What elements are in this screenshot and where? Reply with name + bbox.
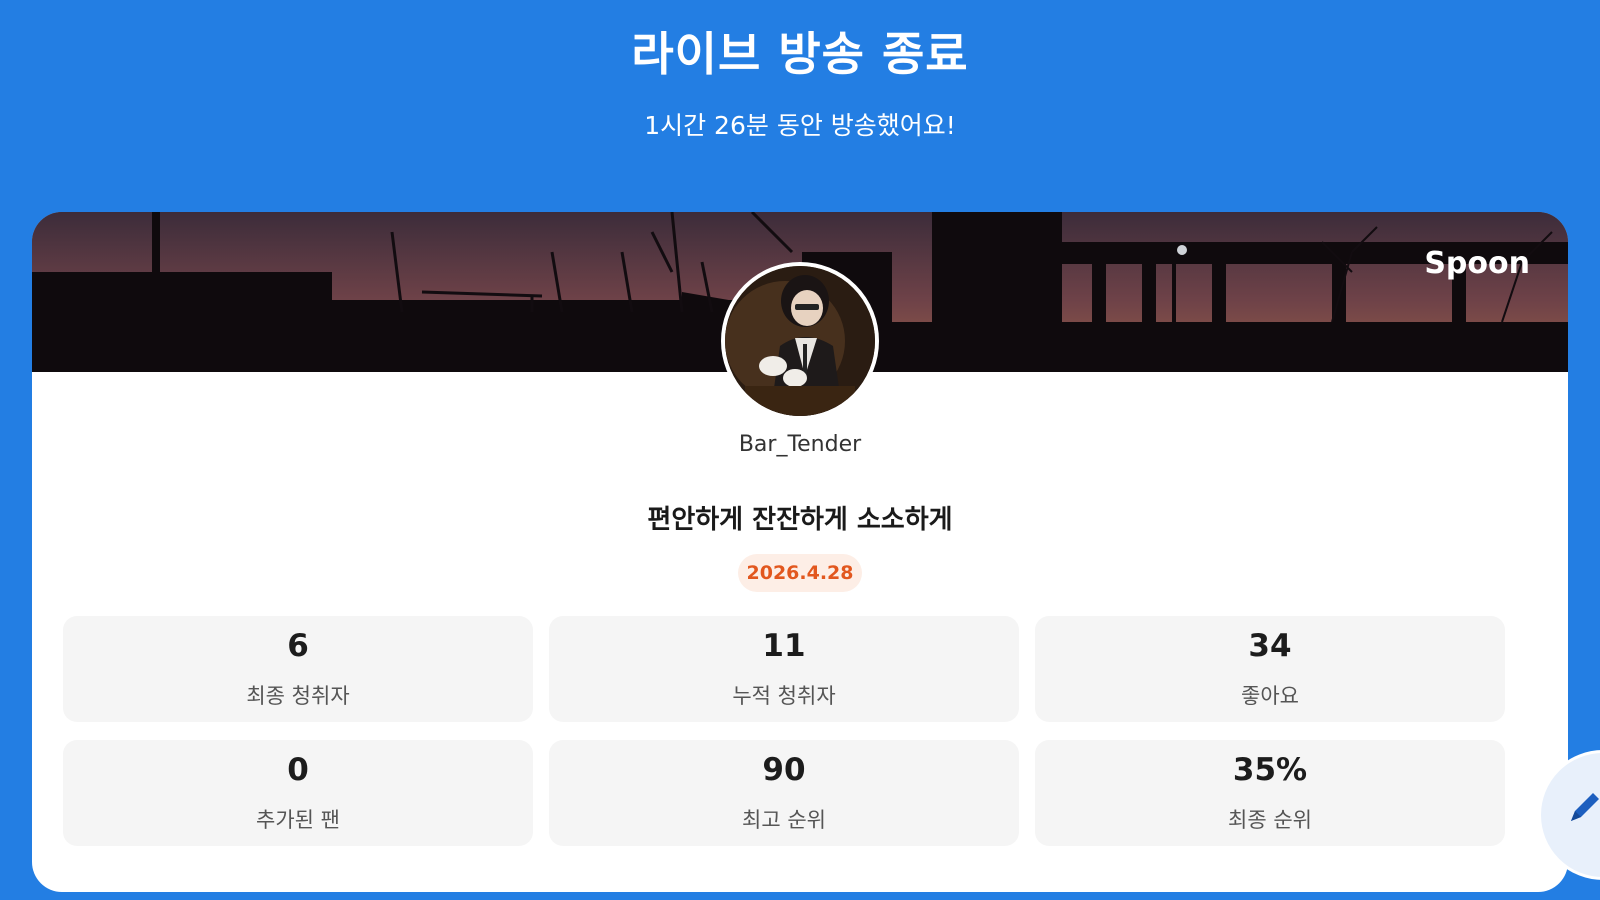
stat-value: 90 <box>762 752 806 788</box>
stat-added-fans: 0 추가된 팬 <box>63 740 533 846</box>
stat-value: 6 <box>287 628 309 664</box>
stat-final-listeners: 6 최종 청취자 <box>63 616 533 722</box>
stat-label: 최종 청취자 <box>246 684 350 708</box>
stat-label: 좋아요 <box>1241 684 1299 708</box>
stat-label: 추가된 팬 <box>256 808 340 832</box>
broadcast-duration: 1시간 26분 동안 방송했어요! <box>644 111 956 140</box>
avatar[interactable] <box>721 262 879 420</box>
stat-value: 0 <box>287 752 309 788</box>
stat-label: 최고 순위 <box>742 808 826 832</box>
stat-label: 최종 순위 <box>1228 808 1312 832</box>
stat-final-rank: 35% 최종 순위 <box>1035 740 1505 846</box>
result-header: 라이브 방송 종료 1시간 26분 동안 방송했어요! <box>0 0 1600 200</box>
page-title: 라이브 방송 종료 <box>631 27 969 81</box>
stat-likes: 34 좋아요 <box>1035 616 1505 722</box>
broadcast-summary-card: Spoon Bar_Tender 편안하게 잔잔하게 소소하게 2026.4.2… <box>32 212 1568 892</box>
stat-highest-rank: 90 최고 순위 <box>549 740 1019 846</box>
username: Bar_Tender <box>738 432 862 457</box>
stat-value: 11 <box>762 628 806 664</box>
stat-label: 누적 청취자 <box>732 684 836 708</box>
stat-total-listeners: 11 누적 청취자 <box>549 616 1019 722</box>
room-title: 편안하게 잔잔하게 소소하게 <box>647 505 953 535</box>
stat-value: 34 <box>1248 628 1292 664</box>
stat-value: 35% <box>1232 752 1308 788</box>
spoon-logo: Spoon <box>1424 246 1530 281</box>
date-badge: 2026.4.28 <box>738 554 862 592</box>
